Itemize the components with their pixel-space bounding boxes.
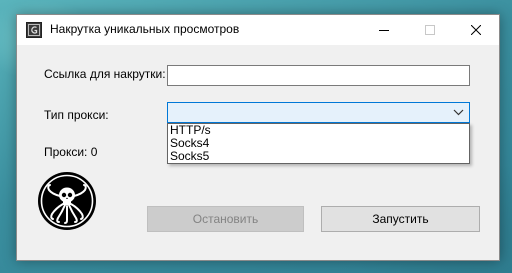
- close-button[interactable]: [453, 15, 499, 45]
- app-icon: [26, 22, 42, 38]
- maximize-icon: [425, 25, 435, 35]
- link-label: Ссылка для накрутки:: [44, 67, 166, 81]
- chevron-down-icon: [453, 109, 464, 116]
- app-window: Накрутка уникальных просмотров Ссылка дл…: [16, 14, 500, 261]
- stop-button-label: Остановить: [192, 212, 259, 226]
- start-button-label: Запустить: [372, 212, 429, 226]
- start-button[interactable]: Запустить: [321, 206, 480, 232]
- proxy-type-dropdown: HTTP/s Socks4 Socks5: [167, 123, 470, 164]
- minimize-icon: [379, 30, 389, 31]
- proxy-count-label: Прокси: 0: [44, 145, 98, 159]
- close-icon: [471, 25, 481, 35]
- proxy-type-label: Тип прокси:: [44, 108, 109, 122]
- title-bar[interactable]: Накрутка уникальных просмотров: [17, 15, 499, 45]
- proxy-type-option[interactable]: Socks4: [168, 137, 469, 150]
- proxy-type-option[interactable]: Socks5: [168, 150, 469, 163]
- proxy-type-select[interactable]: [167, 102, 470, 123]
- minimize-button[interactable]: [361, 15, 407, 45]
- stop-button[interactable]: Остановить: [147, 206, 304, 232]
- maximize-button[interactable]: [407, 15, 453, 45]
- skull-octopus-logo: [38, 172, 96, 230]
- link-input[interactable]: [167, 65, 470, 86]
- proxy-type-option[interactable]: HTTP/s: [168, 124, 469, 137]
- window-title: Накрутка уникальных просмотров: [50, 22, 240, 36]
